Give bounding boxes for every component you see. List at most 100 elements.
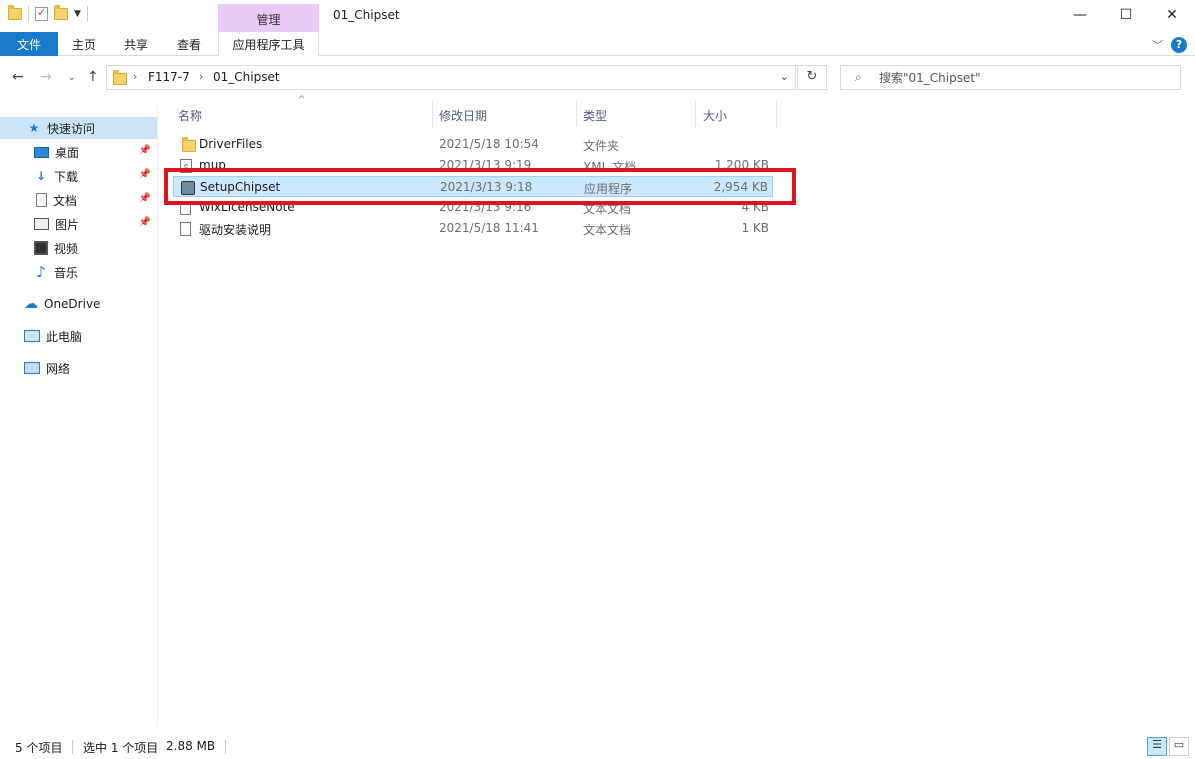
download-icon: ↓ [35, 169, 47, 183]
contextual-tab-manage: 管理 [218, 4, 319, 32]
sidebar-item-desktop[interactable]: 桌面 📌 [0, 141, 157, 163]
tab-home[interactable]: 主页 [64, 32, 104, 56]
pin-icon[interactable]: 📌 [139, 169, 151, 180]
pin-icon[interactable]: 📌 [139, 217, 151, 228]
sidebar-item-onedrive[interactable]: ☁ OneDrive [0, 293, 157, 315]
file-name: DriverFiles [199, 137, 263, 151]
customize-qat-dropdown[interactable]: ▼ [74, 9, 81, 19]
sidebar-item-label: 图片 [55, 217, 80, 232]
search-icon: ⌕ [855, 70, 862, 84]
address-bar[interactable]: › F117-7 › 01_Chipset ⌄ [106, 65, 796, 90]
status-divider [225, 740, 226, 754]
qat-divider [28, 6, 29, 22]
sidebar-item-quick-access[interactable]: ★ 快速访问 [0, 117, 157, 139]
sidebar-item-network[interactable]: 网络 [0, 357, 157, 379]
file-name: 驱动安装说明 [199, 223, 272, 237]
folder-icon [113, 70, 127, 85]
sidebar-item-label: 桌面 [55, 145, 80, 160]
file-size: 1 KB [741, 221, 769, 235]
window-title: 01_Chipset [333, 8, 400, 22]
sidebar-item-this-pc[interactable]: 此电脑 [0, 325, 157, 347]
up-arrow-icon[interactable]: ↑ [87, 69, 99, 85]
breadcrumb-separator-icon[interactable]: › [199, 70, 203, 83]
pictures-icon [34, 218, 49, 230]
text-file-icon [180, 222, 191, 236]
column-divider[interactable] [776, 101, 777, 127]
recent-locations-chevron-icon[interactable]: ⌄ [68, 73, 76, 83]
status-selection: 选中 1 个项目 [83, 741, 159, 755]
properties-icon[interactable] [35, 6, 48, 21]
quick-access-toolbar: ▼ [8, 5, 88, 22]
tab-file[interactable]: 文件 [0, 32, 58, 56]
expand-ribbon-icon[interactable]: ﹀ [1152, 37, 1163, 53]
back-arrow-icon[interactable]: ← [12, 69, 24, 85]
details-view-button[interactable]: ☰ [1147, 737, 1167, 756]
tab-view[interactable]: 查看 [169, 32, 209, 56]
column-divider[interactable] [432, 101, 433, 127]
file-type: 文本文档 [583, 223, 632, 237]
breadcrumb-separator-icon[interactable]: › [133, 70, 137, 83]
column-header-name[interactable]: 名称 [178, 101, 432, 127]
file-row-driverfiles[interactable]: DriverFiles 2021/5/18 10:54 文件夹 [173, 134, 773, 155]
file-date: 2021/5/18 10:54 [439, 137, 539, 151]
address-row: ← → ⌄ ↑ › F117-7 › 01_Chipset ⌄ ↻ ⌕ [0, 57, 1195, 99]
folder-icon[interactable] [8, 5, 22, 20]
star-icon: ★ [28, 121, 40, 135]
sidebar-item-documents[interactable]: 文档 📌 [0, 189, 157, 211]
column-divider[interactable] [695, 101, 696, 127]
desktop-icon [34, 146, 49, 158]
title-bar: ▼ 管理 01_Chipset — ☐ ✕ [0, 0, 1195, 32]
tab-application-tools[interactable]: 应用程序工具 [218, 32, 319, 56]
pin-icon[interactable]: 📌 [139, 145, 151, 156]
status-selection-size: 2.88 MB [166, 739, 216, 753]
pin-icon[interactable]: 📌 [139, 193, 151, 204]
refresh-icon: ↻ [806, 69, 818, 84]
column-header-type[interactable]: 类型 [583, 101, 695, 127]
file-type: 文件夹 [583, 139, 620, 153]
videos-icon [34, 241, 48, 255]
tab-share[interactable]: 共享 [116, 32, 156, 56]
sidebar-item-label: 快速访问 [47, 121, 96, 136]
sidebar-item-label: 此电脑 [46, 329, 83, 344]
breadcrumb-f117-7[interactable]: F117-7 [148, 70, 190, 84]
minimize-button[interactable]: — [1057, 0, 1103, 30]
folder-icon [182, 137, 196, 152]
column-header-size[interactable]: 大小 [703, 101, 775, 127]
sidebar-item-label: OneDrive [44, 297, 101, 311]
onedrive-icon: ☁ [24, 296, 38, 312]
highlight-annotation-box [164, 168, 796, 205]
refresh-button[interactable]: ↻ [797, 65, 827, 90]
status-bar: 5 个项目 选中 1 个项目 2.88 MB ☰ ▭ [0, 736, 1195, 759]
new-folder-icon[interactable] [54, 5, 68, 20]
sidebar-item-label: 文档 [53, 193, 78, 208]
network-icon [24, 362, 40, 374]
close-button[interactable]: ✕ [1149, 0, 1195, 30]
file-date: 2021/5/18 11:41 [439, 221, 539, 235]
sidebar-item-videos[interactable]: 视频 [0, 237, 157, 259]
sidebar-item-label: 视频 [54, 241, 79, 256]
sidebar-item-downloads[interactable]: ↓ 下载 📌 [0, 165, 157, 187]
sidebar-item-label: 下载 [54, 169, 79, 184]
documents-icon [36, 193, 47, 207]
details-view-icon: ☰ [1152, 738, 1162, 751]
qat-divider [86, 6, 88, 22]
this-pc-icon [24, 330, 40, 342]
forward-arrow-icon[interactable]: → [40, 69, 52, 85]
maximize-button[interactable]: ☐ [1103, 0, 1149, 30]
file-row-install-notes[interactable]: 驱动安装说明 2021/5/18 11:41 文本文档 1 KB [173, 218, 773, 239]
column-divider[interactable] [576, 101, 577, 127]
large-icons-view-button[interactable]: ▭ [1169, 737, 1189, 756]
music-icon: ♪ [36, 263, 46, 281]
large-icons-view-icon: ▭ [1173, 738, 1185, 751]
sidebar-item-music[interactable]: ♪ 音乐 [0, 261, 157, 283]
status-item-count: 5 个项目 [15, 741, 63, 755]
sidebar-item-pictures[interactable]: 图片 📌 [0, 213, 157, 235]
ribbon-tabs: 文件 主页 共享 查看 应用程序工具 ﹀ ? [0, 32, 1195, 56]
column-header-date[interactable]: 修改日期 [439, 101, 576, 127]
search-box[interactable]: ⌕ [840, 65, 1181, 90]
help-icon[interactable]: ? [1171, 37, 1187, 53]
breadcrumb-01-chipset[interactable]: 01_Chipset [213, 70, 280, 84]
sidebar-item-label: 网络 [46, 361, 71, 376]
search-input[interactable] [879, 69, 1169, 87]
address-dropdown-icon[interactable]: ⌄ [780, 70, 789, 83]
